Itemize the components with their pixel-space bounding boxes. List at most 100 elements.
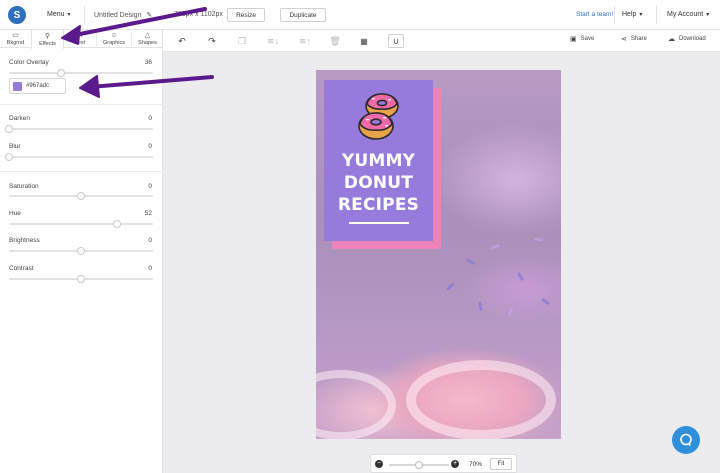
color-hex-field[interactable]: #967adc — [9, 78, 66, 94]
hue-slider[interactable] — [9, 220, 153, 228]
top-bar: S Menu ▾ Untitled Design ✎ 735px x 1102px… — [0, 0, 720, 30]
download-label: Download — [679, 36, 706, 42]
color-overlay-value: 36 — [144, 59, 152, 66]
share-icon: ⋖ — [621, 36, 627, 43]
tab-label: Bkgrnd — [6, 40, 25, 46]
divider — [0, 104, 163, 105]
blur-value: 0 — [148, 143, 152, 150]
color-hex-value: #967adc — [26, 83, 50, 89]
donuts-icon — [357, 93, 399, 140]
send-backward-icon[interactable]: ≋↓ — [263, 34, 283, 48]
divider — [84, 6, 85, 24]
sprinkle — [507, 306, 514, 317]
donut-icing — [406, 360, 556, 439]
tab-label: Graphics — [102, 40, 125, 46]
menu-button[interactable]: Menu ▾ — [47, 11, 71, 18]
sprinkle — [540, 297, 551, 306]
chat-support-button[interactable] — [672, 426, 700, 454]
help-menu[interactable]: Help ▾ — [622, 11, 642, 18]
zoom-in-icon[interactable]: + — [451, 460, 459, 468]
copy-icon[interactable]: ❐ — [235, 34, 249, 48]
divider — [656, 6, 657, 24]
save-button[interactable]: ▣ Save — [570, 35, 594, 43]
tab-graphics[interactable]: ☺ Graphics — [97, 30, 131, 48]
duplicate-button[interactable]: Duplicate — [280, 8, 326, 22]
image-icon: ▭ — [12, 32, 19, 39]
undo-icon[interactable]: ↶ — [175, 34, 189, 48]
brightness-slider[interactable] — [9, 247, 153, 255]
saturation-slider[interactable] — [9, 192, 153, 200]
blur-label: Blur — [9, 143, 21, 150]
panel-tabs: ▭ Bkgrnd ⚲ Effects A Text ☺ Graphics △ S… — [0, 30, 163, 49]
zoom-slider[interactable] — [389, 461, 449, 469]
redo-icon[interactable]: ↷ — [205, 34, 219, 48]
download-button[interactable]: ☁ Download — [668, 35, 706, 43]
donut-graphic[interactable] — [354, 90, 404, 144]
headline-card[interactable]: YUMMY DONUT RECIPES — [324, 80, 433, 241]
slider-thumb[interactable] — [77, 275, 85, 283]
account-menu[interactable]: My Account ▾ — [667, 11, 709, 18]
slider-thumb[interactable] — [77, 192, 85, 200]
zoom-slider-thumb[interactable] — [415, 461, 423, 469]
resize-button[interactable]: Resize — [227, 8, 265, 22]
headline-text[interactable]: YUMMY DONUT RECIPES — [338, 150, 419, 216]
zoom-out-icon[interactable]: − — [375, 460, 383, 468]
tab-background[interactable]: ▭ Bkgrnd — [0, 30, 31, 48]
blur-slider[interactable] — [5, 153, 153, 161]
sprinkle — [478, 301, 483, 312]
zoom-value: 70% — [469, 461, 483, 468]
design-canvas[interactable]: YUMMY DONUT RECIPES — [316, 70, 561, 439]
fit-button[interactable]: Fit — [490, 458, 512, 470]
divider — [0, 171, 163, 172]
fit-label: Fit — [497, 461, 505, 467]
tab-label: Effects — [39, 40, 56, 47]
magnet-icon[interactable]: ∪ — [388, 34, 404, 48]
app-logo[interactable]: S — [8, 6, 26, 24]
headline-line: DONUT — [343, 173, 414, 193]
chevron-down-icon: ▾ — [639, 12, 643, 18]
contrast-slider[interactable] — [9, 275, 153, 283]
contrast-label: Contrast — [9, 265, 34, 272]
save-label: Save — [580, 36, 595, 42]
tab-text[interactable]: A Text — [64, 30, 96, 48]
headline-underline[interactable] — [348, 222, 409, 224]
share-label: Share — [630, 36, 647, 42]
tab-label: Text — [74, 40, 86, 46]
darken-slider[interactable] — [5, 125, 153, 133]
tab-shapes[interactable]: △ Shapes — [132, 30, 163, 48]
zoom-bar: − + 70% Fit — [370, 454, 517, 473]
slider-thumb[interactable] — [5, 125, 13, 133]
triangle-icon: △ — [144, 32, 151, 39]
slider-thumb[interactable] — [56, 69, 65, 77]
slider-thumb[interactable] — [113, 220, 121, 228]
grid-icon[interactable]: ▦ — [357, 34, 371, 48]
text-icon: A — [77, 32, 83, 39]
hue-label: Hue — [9, 210, 21, 217]
editor-toolbar: ↶ ↷ ❐ ≋↓ ≋↑ 🗑 ▦ ∪ ▣ Save ⋖ Share ☁ Download — [163, 30, 720, 52]
trash-icon[interactable]: 🗑 — [328, 34, 342, 48]
start-team-link[interactable]: Start a team! — [576, 11, 613, 18]
save-icon: ▣ — [570, 36, 577, 43]
divider — [614, 6, 615, 24]
design-title-label: Untitled Design — [94, 12, 142, 19]
effects-panel: ▭ Bkgrnd ⚲ Effects A Text ☺ Graphics △ S… — [0, 30, 163, 473]
bring-forward-icon[interactable]: ≋↑ — [295, 34, 315, 48]
color-swatch[interactable] — [13, 81, 22, 91]
saturation-value: 0 — [148, 183, 152, 190]
sprinkle — [533, 237, 544, 242]
slider-thumb[interactable] — [77, 247, 85, 255]
chat-bubble-icon — [680, 433, 692, 447]
color-overlay-slider[interactable] — [9, 69, 153, 77]
chevron-down-icon: ▾ — [67, 12, 71, 18]
account-label: My Account — [667, 11, 704, 18]
slider-thumb[interactable] — [5, 153, 13, 161]
share-button[interactable]: ⋖ Share — [621, 35, 647, 43]
design-title[interactable]: Untitled Design ✎ — [94, 11, 152, 19]
tab-effects[interactable]: ⚲ Effects — [31, 30, 64, 49]
brightness-label: Brightness — [9, 237, 40, 244]
cloud-download-icon: ☁ — [668, 36, 675, 43]
headline-line: YUMMY — [341, 151, 416, 171]
duplicate-label: Duplicate — [289, 11, 317, 19]
chevron-down-icon: ▾ — [706, 12, 710, 18]
sprinkle — [516, 271, 525, 282]
